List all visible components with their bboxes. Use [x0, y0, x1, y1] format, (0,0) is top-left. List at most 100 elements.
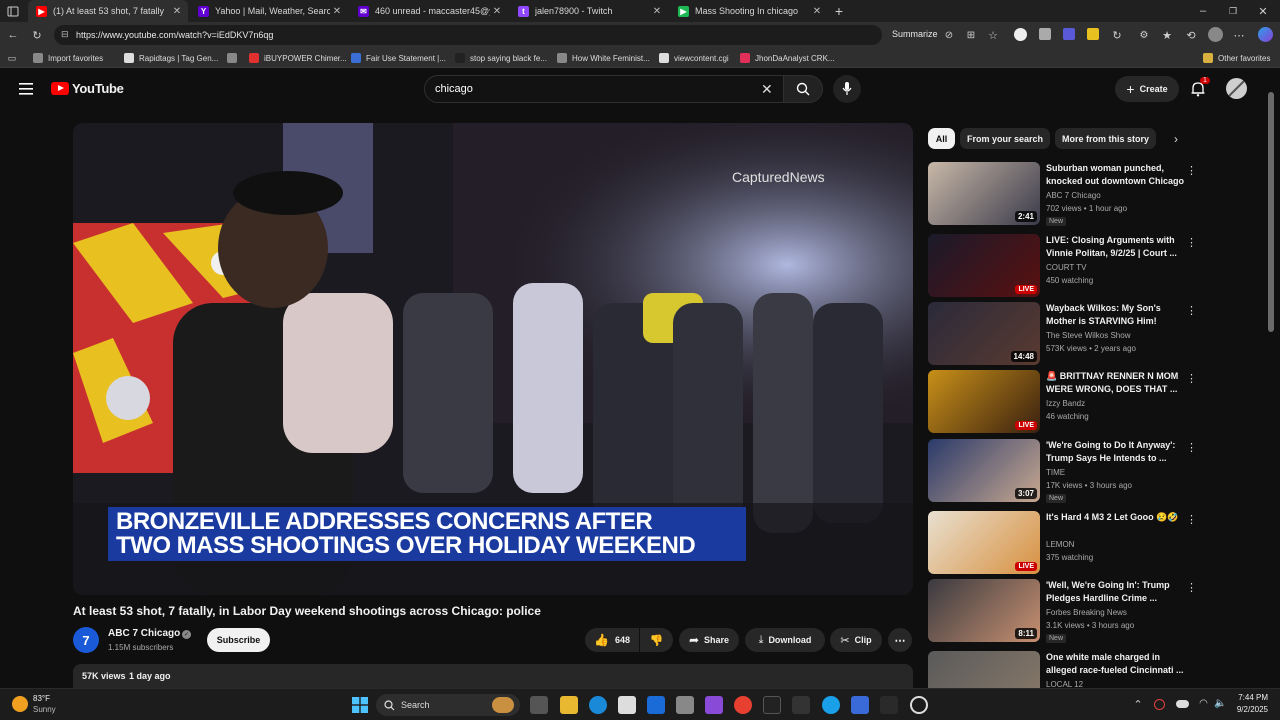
recommendation-title[interactable]: 'Well, We're Going In': Trump Pledges Ha… — [1046, 579, 1186, 605]
bookmark-item[interactable]: How White Feminist... — [557, 51, 650, 65]
dislike-button[interactable]: 👎 — [640, 628, 673, 652]
wifi-icon[interactable]: ◠ — [1197, 697, 1210, 710]
chip-from-your-search[interactable]: From your search — [960, 128, 1050, 149]
recommendation-item[interactable]: 14:48 Wayback Wilkos: My Son's Mother is … — [928, 302, 1198, 366]
tab-close-icon[interactable]: ✕ — [170, 6, 184, 17]
url-field[interactable]: ⊟ https://www.youtube.com/watch?v=iEdDKV… — [54, 25, 882, 45]
browser-tab-0[interactable]: ▶ (1) At least 53 shot, 7 fatally ✕ — [28, 0, 188, 22]
like-button[interactable]: 👍 648 — [585, 628, 639, 652]
reload-icon[interactable]: ↻ — [30, 28, 44, 42]
clock-date[interactable]: 9/2/2025 — [1230, 705, 1268, 714]
chips-next-chevron-icon[interactable]: › — [1174, 132, 1178, 146]
copilot-icon[interactable] — [1258, 27, 1273, 42]
share-button[interactable]: ➦ Share — [679, 628, 739, 652]
windows-start-icon[interactable] — [352, 697, 368, 713]
terminal-icon[interactable] — [880, 696, 898, 714]
site-info-icon[interactable]: ⊟ — [61, 29, 69, 40]
store-icon[interactable] — [676, 696, 694, 714]
notifications-bell-icon[interactable]: 1 — [1190, 77, 1210, 97]
extensions-puzzle-icon[interactable]: ⚙ — [1137, 28, 1151, 42]
bookmark-item[interactable]: Rapidtags | Tag Gen... — [124, 51, 218, 65]
bookmark-item[interactable]: Import favorites — [33, 51, 103, 65]
refresh-extension-icon[interactable]: ↻ — [1110, 28, 1124, 42]
channel-avatar[interactable]: 7 — [73, 627, 99, 653]
recommendation-title[interactable]: Suburban woman punched, knocked out down… — [1046, 162, 1186, 188]
recommendation-menu-icon[interactable]: ⋮ — [1186, 164, 1197, 177]
recommendation-channel[interactable]: COURT TV — [1046, 263, 1086, 272]
recommendation-menu-icon[interactable]: ⋮ — [1186, 513, 1197, 526]
page-scrollbar-thumb[interactable] — [1268, 92, 1274, 332]
download-button[interactable]: ⤓ Download — [745, 628, 825, 652]
description-box[interactable]: 57K views 1 day ago — [73, 664, 913, 688]
recommendation-item[interactable]: LIVE It's Hard 4 M3 2 Let Gooo 😢🤣 LEMON 375… — [928, 511, 1198, 575]
account-avatar[interactable] — [1226, 78, 1247, 99]
chip-more-from-this-story[interactable]: More from this story — [1055, 128, 1156, 149]
app-icon-3[interactable] — [792, 696, 810, 714]
recommendation-thumbnail[interactable]: 3:07 — [928, 439, 1040, 502]
more-menu-icon[interactable]: ⋯ — [1232, 28, 1246, 42]
weather-sun-icon[interactable] — [12, 696, 28, 712]
subscribe-button[interactable]: Subscribe — [207, 628, 270, 652]
tray-chevron-icon[interactable]: ⌃ — [1132, 698, 1144, 711]
recommendation-menu-icon[interactable]: ⋮ — [1186, 304, 1197, 317]
recommendation-item[interactable]: 2:41 Suburban woman punched, knocked out … — [928, 162, 1198, 226]
recommendation-item[interactable]: 3:07 'We're Going to Do It Anyway': Trump… — [928, 439, 1198, 503]
obs-icon[interactable] — [910, 696, 928, 714]
video-player[interactable]: CapturedNews BRONZEVILLE ADDRESSES CONCE… — [73, 123, 913, 595]
recommendation-item[interactable]: LIVE LIVE: Closing Arguments with Vinnie … — [928, 234, 1198, 298]
youtube-logo[interactable]: YouTube — [51, 81, 124, 96]
bookmark-item[interactable] — [227, 51, 242, 65]
recommendation-channel[interactable]: ABC 7 Chicago — [1046, 191, 1101, 200]
bookmark-item[interactable]: JhonDaAnalyst CRK... — [740, 51, 835, 65]
volume-icon[interactable]: 🔈 — [1214, 697, 1227, 710]
read-aloud-icon[interactable]: ⊘ — [942, 28, 956, 42]
recommendation-channel[interactable]: TIME — [1046, 468, 1065, 477]
apps-icon[interactable]: ⊞ — [964, 28, 978, 42]
clear-search-icon[interactable]: ✕ — [761, 81, 773, 98]
recommendation-title[interactable]: It's Hard 4 M3 2 Let Gooo 😢🤣 — [1046, 511, 1186, 524]
taskbar-search-box[interactable]: Search — [376, 694, 520, 716]
recommendation-channel[interactable]: Forbes Breaking News — [1046, 608, 1127, 617]
recommendation-thumbnail[interactable]: 14:48 — [928, 302, 1040, 365]
bookmark-item[interactable]: stop saying black fe... — [455, 51, 547, 65]
channel-name[interactable]: ABC 7 Chicago — [108, 628, 180, 639]
tab-close-icon[interactable]: ✕ — [330, 6, 344, 17]
browser-tab-4[interactable]: ▶ Mass Shooting In chicago ✕ — [670, 0, 828, 22]
browser-tab-2[interactable]: ✉ 460 unread - maccaster45@yaho✕ — [350, 0, 508, 22]
onedrive-icon[interactable] — [1176, 700, 1189, 708]
recommendation-menu-icon[interactable]: ⋮ — [1186, 581, 1197, 594]
recommendation-title[interactable]: Wayback Wilkos: My Son's Mother is STARV… — [1046, 302, 1186, 328]
recommendation-title[interactable]: 'We're Going to Do It Anyway': Trump Say… — [1046, 439, 1186, 465]
clip-button[interactable]: ✂ Clip — [830, 628, 882, 652]
tab-close-icon[interactable]: ✕ — [490, 6, 504, 17]
recommendation-thumbnail[interactable]: LIVE — [928, 511, 1040, 574]
favorites-icon[interactable]: ★ — [1160, 28, 1174, 42]
tab-close-icon[interactable]: ✕ — [650, 6, 664, 17]
favorite-star-icon[interactable]: ☆ — [986, 28, 1000, 42]
hamburger-menu-icon[interactable] — [19, 82, 33, 95]
extension-icon[interactable] — [1039, 28, 1051, 40]
duckduckgo-extension-icon[interactable] — [1014, 28, 1027, 41]
browser-tab-1[interactable]: Y Yahoo | Mail, Weather, Search, Po✕ — [190, 0, 348, 22]
skype-icon[interactable] — [822, 696, 840, 714]
edge-browser-icon[interactable] — [589, 696, 607, 714]
recommendation-thumbnail[interactable]: 8:11 — [928, 579, 1040, 642]
minimize-button[interactable]: – — [1196, 4, 1210, 18]
outlook-icon[interactable] — [647, 696, 665, 714]
recommendation-item[interactable]: LIVE 🚨 BRITTNAY RENNER N MOM WERE WRONG, … — [928, 370, 1198, 434]
recommendation-thumbnail[interactable]: 2:41 — [928, 162, 1040, 225]
chip-all[interactable]: All — [928, 128, 955, 149]
recommendation-menu-icon[interactable]: ⋮ — [1186, 441, 1197, 454]
search-button[interactable] — [783, 75, 823, 103]
tab-actions-icon[interactable] — [6, 5, 20, 17]
clock-time[interactable]: 7:44 PM — [1236, 693, 1268, 702]
browser-tab-3[interactable]: t jalen78900 - Twitch ✕ — [510, 0, 668, 22]
search-input[interactable]: chicago ✕ — [424, 75, 786, 103]
back-arrow-icon[interactable]: ← — [6, 28, 20, 42]
bookmark-item[interactable]: viewcontent.cgi — [659, 51, 729, 65]
yellow-extension-icon[interactable] — [1087, 28, 1099, 40]
app-icon-4[interactable] — [851, 696, 869, 714]
tray-app-icon[interactable] — [1154, 699, 1165, 710]
recommendation-thumbnail[interactable]: LIVE — [928, 370, 1040, 433]
profile-avatar[interactable] — [1208, 27, 1223, 42]
